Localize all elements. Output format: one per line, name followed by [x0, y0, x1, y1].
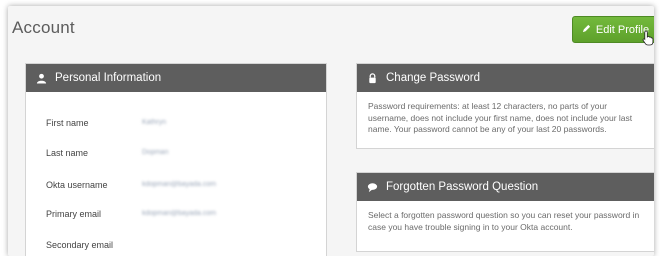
personal-information-panel: Personal Information First name Kathryn … [25, 63, 327, 256]
personal-information-title: Personal Information [55, 72, 162, 84]
lock-icon [367, 72, 378, 84]
forgotten-password-question-title: Forgotten Password Question [386, 181, 539, 193]
change-password-title: Change Password [386, 72, 480, 84]
pencil-icon [582, 24, 591, 36]
password-requirements-text: Password requirements: at least 12 chara… [368, 101, 633, 135]
okta-username-value: kdopman@bayada.com [142, 181, 217, 188]
personal-information-header: Personal Information [26, 64, 326, 92]
account-page: Account Edit Profile Personal Informatio… [8, 6, 654, 256]
change-password-panel: Change Password Password requirements: a… [356, 63, 654, 149]
user-icon [36, 73, 47, 84]
okta-username-label: Okta username [46, 180, 108, 190]
primary-email-value: kdopman@bayada.com [142, 210, 217, 217]
hand-cursor-icon [642, 30, 654, 46]
forgotten-question-description: Select a forgotten password question so … [368, 210, 640, 232]
first-name-label: First name [46, 118, 89, 128]
forgotten-password-question-header: Forgotten Password Question [357, 173, 654, 201]
secondary-email-label: Secondary email [46, 240, 114, 250]
first-name-value: Kathryn [142, 119, 167, 126]
speech-bubble-icon [367, 182, 378, 193]
forgotten-password-question-panel: Forgotten Password Question Select a for… [356, 172, 654, 252]
last-name-value: Dopman [142, 149, 169, 156]
page-title: Account [12, 18, 75, 37]
last-name-label: Last name [46, 148, 89, 158]
change-password-header: Change Password [357, 64, 654, 92]
primary-email-label: Primary email [46, 209, 102, 219]
